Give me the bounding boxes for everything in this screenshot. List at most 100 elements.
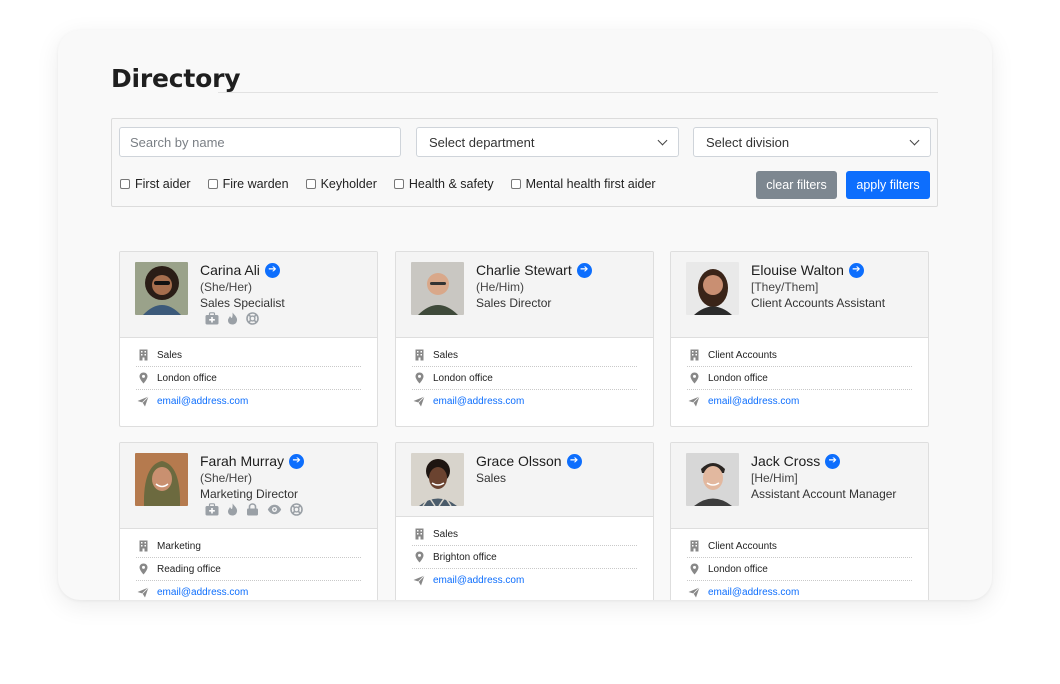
person-card-header: Grace Olsson ➔ Sales: [396, 443, 653, 517]
map-marker-icon: [687, 563, 701, 575]
paper-plane-icon: [687, 587, 701, 598]
eye-icon: [267, 504, 282, 515]
checkbox-box[interactable]: [510, 179, 521, 189]
department-row: Sales: [136, 344, 361, 367]
email-link[interactable]: email@address.com: [433, 575, 524, 586]
checkbox-fire-warden[interactable]: Fire warden: [207, 177, 289, 191]
office-text: London office: [708, 563, 768, 575]
person-role: Client Accounts Assistant: [751, 296, 886, 310]
person-card: Farah Murray ➔ (She/Her) Marketing Direc…: [119, 442, 378, 600]
person-role: Marketing Director: [200, 487, 299, 501]
chevron-down-icon: [657, 135, 668, 145]
office-text: London office: [157, 372, 217, 384]
email-row: email@address.com: [136, 390, 361, 413]
role-badges: [205, 312, 267, 325]
email-link[interactable]: email@address.com: [433, 396, 524, 407]
checkbox-box[interactable]: [393, 179, 404, 189]
person-name-link[interactable]: Farah Murray ➔: [200, 453, 305, 469]
email-link[interactable]: email@address.com: [708, 396, 799, 407]
person-name-link[interactable]: Charlie Stewart ➔: [476, 262, 592, 278]
department-text: Sales: [157, 349, 183, 361]
map-marker-icon: [687, 372, 701, 384]
avatar: [135, 262, 188, 315]
checkbox-keyholder[interactable]: Keyholder: [305, 177, 377, 191]
person-role: Sales Specialist: [200, 296, 285, 310]
search-input[interactable]: [119, 127, 401, 157]
department-select-value: Select department: [429, 134, 535, 150]
office-text: Reading office: [157, 563, 221, 575]
avatar: [686, 262, 739, 315]
email-link[interactable]: email@address.com: [708, 587, 799, 598]
person-card-details: Client Accounts London office email@addr…: [671, 529, 928, 600]
checkbox-box[interactable]: [120, 179, 130, 189]
person-name: Grace Olsson: [476, 453, 562, 469]
avatar: [411, 453, 464, 506]
email-link[interactable]: email@address.com: [157, 587, 248, 598]
person-name-link[interactable]: Grace Olsson ➔: [476, 453, 582, 469]
office-text: Brighton office: [433, 551, 497, 563]
department-text: Client Accounts: [708, 540, 777, 552]
map-marker-icon: [412, 372, 426, 384]
person-name: Jack Cross: [751, 453, 821, 469]
checkbox-box[interactable]: [305, 179, 316, 189]
person-pronouns: [He/Him]: [751, 471, 798, 485]
person-name-link[interactable]: Carina Ali ➔: [200, 262, 280, 278]
office-row: Reading office: [136, 558, 361, 581]
arrow-right-circle-icon[interactable]: ➔: [289, 453, 305, 469]
email-row: email@address.com: [687, 581, 912, 600]
lifebuoy-icon: [290, 503, 303, 516]
person-name-link[interactable]: Elouise Walton ➔: [751, 262, 864, 278]
clear-filters-button[interactable]: clear filters: [756, 171, 837, 199]
filter-panel: Select department Select division First …: [111, 118, 938, 207]
apply-filters-button[interactable]: apply filters: [846, 171, 930, 199]
avatar: [135, 453, 188, 506]
arrow-right-circle-icon[interactable]: ➔: [825, 453, 841, 469]
person-card-header: Jack Cross ➔ [He/Him] Assistant Account …: [671, 443, 928, 529]
fire-icon: [227, 312, 238, 325]
person-card-header: Charlie Stewart ➔ (He/Him) Sales Directo…: [396, 252, 653, 338]
person-card-details: Client Accounts London office email@addr…: [671, 338, 928, 413]
arrow-right-circle-icon[interactable]: ➔: [576, 262, 592, 278]
page-title: Directory: [111, 64, 241, 93]
arrow-right-circle-icon[interactable]: ➔: [848, 262, 864, 278]
checkbox-label: First aider: [135, 177, 191, 191]
office-row: London office: [687, 558, 912, 581]
fire-icon: [227, 503, 238, 516]
person-card-details: Sales Brighton office email@address.com: [396, 517, 653, 592]
map-marker-icon: [136, 372, 150, 384]
person-card-header: Elouise Walton ➔ [They/Them] Client Acco…: [671, 252, 928, 338]
checkbox-box[interactable]: [207, 179, 218, 189]
office-row: London office: [136, 367, 361, 390]
person-name: Charlie Stewart: [476, 262, 572, 278]
person-card-header: Farah Murray ➔ (She/Her) Marketing Direc…: [120, 443, 377, 529]
department-row: Sales: [412, 344, 637, 367]
person-name: Elouise Walton: [751, 262, 844, 278]
person-name: Farah Murray: [200, 453, 285, 469]
person-role: Assistant Account Manager: [751, 487, 897, 501]
building-icon: [687, 349, 701, 361]
checkbox-mental-health-first-aider[interactable]: Mental health first aider: [510, 177, 656, 191]
department-select[interactable]: Select department: [416, 127, 679, 157]
email-link[interactable]: email@address.com: [157, 396, 248, 407]
division-select[interactable]: Select division: [693, 127, 931, 157]
email-row: email@address.com: [412, 390, 637, 413]
email-row: email@address.com: [687, 390, 912, 413]
title-divider: [218, 92, 938, 93]
person-name-link[interactable]: Jack Cross ➔: [751, 453, 841, 469]
arrow-right-circle-icon[interactable]: ➔: [566, 453, 582, 469]
checkbox-health-safety[interactable]: Health & safety: [393, 177, 494, 191]
office-text: London office: [708, 372, 768, 384]
paper-plane-icon: [687, 396, 701, 407]
building-icon: [412, 349, 426, 361]
office-row: London office: [687, 367, 912, 390]
department-row: Client Accounts: [687, 535, 912, 558]
person-role: Sales Director: [476, 296, 552, 310]
paper-plane-icon: [412, 396, 426, 407]
person-pronouns: [They/Them]: [751, 280, 819, 294]
department-row: Client Accounts: [687, 344, 912, 367]
person-role: Sales: [476, 471, 507, 485]
checkbox-first-aider[interactable]: First aider: [120, 177, 191, 191]
checkbox-label: Keyholder: [320, 177, 377, 191]
first-aid-icon: [205, 503, 219, 516]
arrow-right-circle-icon[interactable]: ➔: [264, 262, 280, 278]
